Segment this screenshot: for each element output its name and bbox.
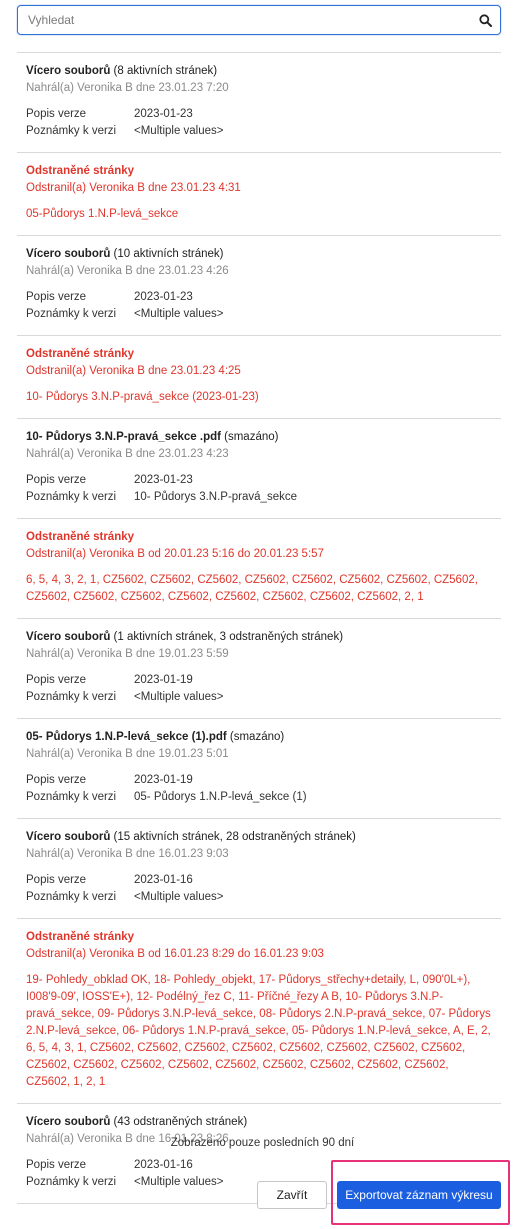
entry-title-name: Vícero souborů <box>26 631 111 643</box>
entry-title-detail: (43 odstraněných stránek) <box>110 1116 248 1128</box>
entry-title-detail: (8 aktivních stránek) <box>110 65 218 77</box>
deleted-pages-list: 19- Pohledy_obklad OK, 18- Pohledy_objek… <box>26 974 491 1088</box>
entry-title-name: Vícero souborů <box>26 1116 111 1128</box>
entry-title-name: Vícero souborů <box>26 248 111 260</box>
upload-entry: Vícero souborů (10 aktivních stránek) Nah… <box>17 236 501 336</box>
entry-title: Odstraněné stránky <box>26 165 135 177</box>
entry-title-name: 05- Půdorys 1.N.P-levá_sekce (1).pdf <box>26 731 227 743</box>
entry-title-detail: (smazáno) <box>226 731 285 743</box>
entry-title: Vícero souborů (43 odstraněných stránek) <box>26 1115 492 1130</box>
version-notes-label: Poznámky k verzi <box>26 308 117 320</box>
search-input[interactable] <box>18 6 470 34</box>
version-notes-value: 10- Půdorys 3.N.P-pravá_sekce <box>134 491 297 503</box>
version-notes-value: <Multiple values> <box>134 891 224 903</box>
version-desc-label: Popis verze <box>26 874 87 886</box>
version-notes-label: Poznámky k verzi <box>26 891 117 903</box>
entry-title: Odstraněné stránky <box>26 531 135 543</box>
entry-subtitle: Nahrál(a) Veronika B dne 23.01.23 4:23 <box>26 448 229 460</box>
entry-title-name: Vícero souborů <box>26 831 111 843</box>
deleted-pages-entry: Odstraněné stránky Odstranil(a) Veronika … <box>17 336 501 419</box>
entry-title: Vícero souborů (8 aktivních stránek) <box>26 64 492 79</box>
version-notes-label: Poznámky k verzi <box>26 791 117 803</box>
entry-subtitle: Nahrál(a) Veronika B dne 19.01.23 5:01 <box>26 748 229 760</box>
history-list: Vícero souborů (8 aktivních stránek) Nahr… <box>17 53 501 1204</box>
deleted-pages-list: 6, 5, 4, 3, 2, 1, CZ5602, CZ5602, CZ5602… <box>26 574 478 603</box>
upload-entry: Vícero souborů (15 aktivních stránek, 28… <box>17 819 501 919</box>
entry-subtitle: Nahrál(a) Veronika B dne 23.01.23 7:20 <box>26 82 229 94</box>
export-drawing-log-button[interactable]: Exportovat záznam výkresu <box>337 1181 501 1209</box>
version-notes-value: <Multiple values> <box>134 125 224 137</box>
deleted-pages-entry: Odstraněné stránky Odstranil(a) Veronika … <box>17 153 501 236</box>
version-desc-value: 2023-01-16 <box>134 874 193 886</box>
upload-entry: Vícero souborů (1 aktivních stránek, 3 o… <box>17 619 501 719</box>
version-desc-label: Popis verze <box>26 674 87 686</box>
deleted-pages-entry: Odstraněné stránky Odstranil(a) Veronika … <box>17 519 501 619</box>
close-button[interactable]: Zavřít <box>257 1181 327 1209</box>
upload-entry: Vícero souborů (8 aktivních stránek) Nahr… <box>17 53 501 153</box>
entry-subtitle: Nahrál(a) Veronika B dne 16.01.23 9:03 <box>26 848 229 860</box>
version-notes-label: Poznámky k verzi <box>26 691 117 703</box>
entry-title-name: Vícero souborů <box>26 65 111 77</box>
version-desc-label: Popis verze <box>26 474 87 486</box>
version-notes-label: Poznámky k verzi <box>26 1176 117 1188</box>
version-desc-label: Popis verze <box>26 291 87 303</box>
version-desc-label: Popis verze <box>26 774 87 786</box>
version-desc-value: 2023-01-23 <box>134 291 193 303</box>
version-desc-label: Popis verze <box>26 108 87 120</box>
entry-title: Vícero souborů (1 aktivních stránek, 3 o… <box>26 630 492 645</box>
version-notes-label: Poznámky k verzi <box>26 491 117 503</box>
version-desc-value: 2023-01-19 <box>134 674 193 686</box>
entry-subtitle: Nahrál(a) Veronika B dne 19.01.23 5:59 <box>26 648 229 660</box>
footer-note: Zobrazeno pouze posledních 90 dní <box>170 1137 355 1149</box>
search-box[interactable] <box>17 5 501 35</box>
deleted-pages-list: 05-Půdorys 1.N.P-levá_sekce <box>26 208 179 220</box>
upload-entry: 10- Půdorys 3.N.P-pravá_sekce .pdf (smaz… <box>17 419 501 519</box>
entry-title-detail: (1 aktivních stránek, 3 odstraněných str… <box>110 631 344 643</box>
entry-title: Odstraněné stránky <box>26 931 135 943</box>
search-icon[interactable] <box>470 6 500 34</box>
deleted-pages-list: 10- Půdorys 3.N.P-pravá_sekce (2023-01-2… <box>26 391 259 403</box>
version-desc-label: Popis verze <box>26 1159 87 1171</box>
entry-subtitle: Odstranil(a) Veronika B od 20.01.23 5:16… <box>26 548 324 560</box>
version-notes-value: <Multiple values> <box>134 691 224 703</box>
version-notes-value: <Multiple values> <box>134 1176 224 1188</box>
version-desc-value: 2023-01-23 <box>134 108 193 120</box>
entry-title-detail: (15 aktivních stránek, 28 odstraněných s… <box>110 831 356 843</box>
version-notes-value: 05- Půdorys 1.N.P-levá_sekce (1) <box>134 791 307 803</box>
entry-subtitle: Odstranil(a) Veronika B dne 23.01.23 4:3… <box>26 182 241 194</box>
entry-title: Vícero souborů (15 aktivních stránek, 28… <box>26 830 492 845</box>
version-notes-label: Poznámky k verzi <box>26 125 117 137</box>
entry-subtitle: Nahrál(a) Veronika B dne 23.01.23 4:26 <box>26 265 229 277</box>
version-desc-value: 2023-01-23 <box>134 474 193 486</box>
entry-subtitle: Odstranil(a) Veronika B dne 23.01.23 4:2… <box>26 365 241 377</box>
version-desc-value: 2023-01-19 <box>134 774 193 786</box>
deleted-pages-entry: Odstraněné stránky Odstranil(a) Veronika … <box>17 919 501 1104</box>
entry-title-name: 10- Půdorys 3.N.P-pravá_sekce .pdf <box>26 431 221 443</box>
entry-title: Vícero souborů (10 aktivních stránek) <box>26 247 492 262</box>
entry-title-detail: (10 aktivních stránek) <box>110 248 224 260</box>
entry-title: 10- Půdorys 3.N.P-pravá_sekce .pdf (smaz… <box>26 430 492 445</box>
upload-entry: 05- Půdorys 1.N.P-levá_sekce (1).pdf (sm… <box>17 719 501 819</box>
entry-title: 05- Půdorys 1.N.P-levá_sekce (1).pdf (sm… <box>26 730 492 745</box>
entry-subtitle: Odstranil(a) Veronika B od 16.01.23 8:29… <box>26 948 324 960</box>
version-notes-value: <Multiple values> <box>134 308 224 320</box>
entry-title-detail: (smazáno) <box>220 431 279 443</box>
version-desc-value: 2023-01-16 <box>134 1159 193 1171</box>
entry-title: Odstraněné stránky <box>26 348 135 360</box>
